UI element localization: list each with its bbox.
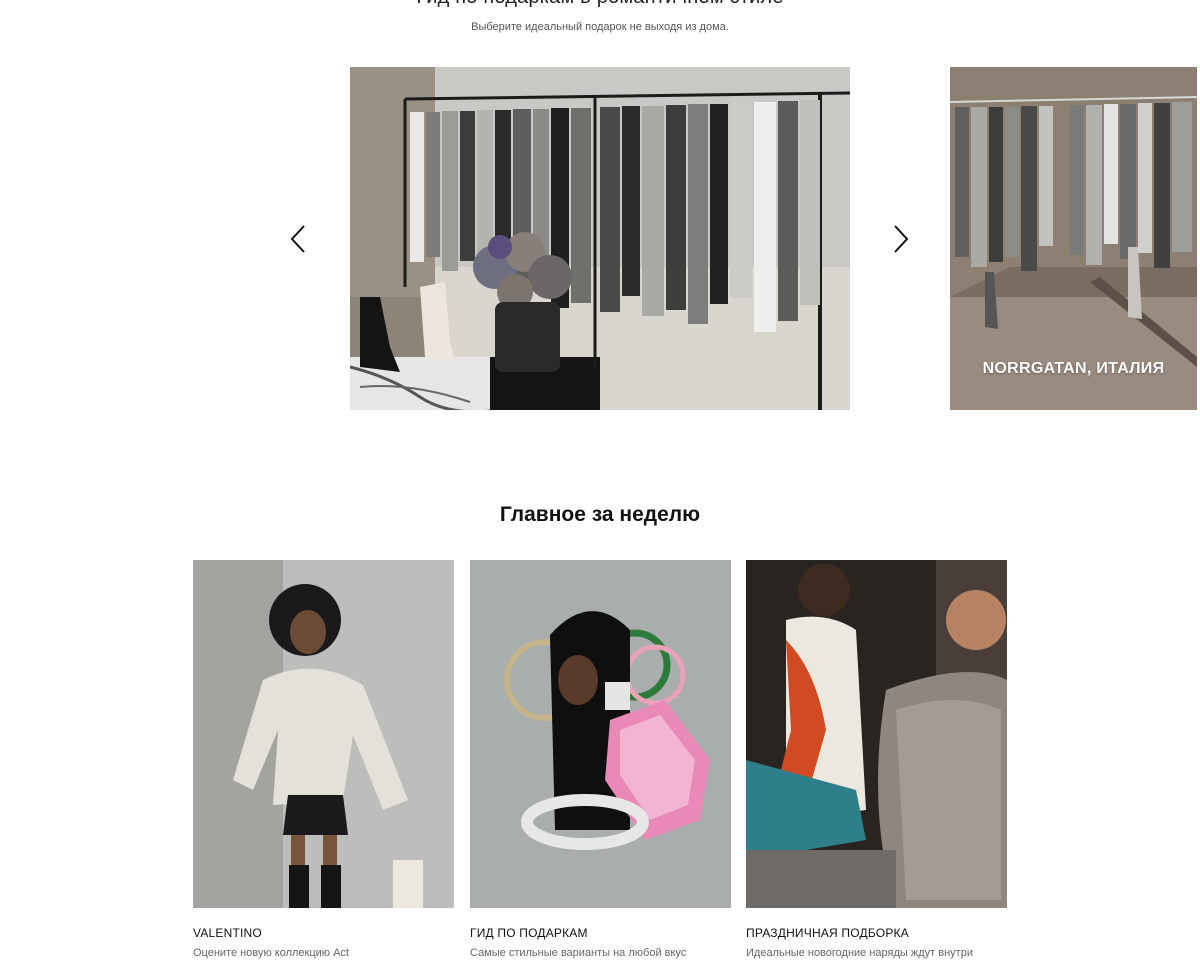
valentino-image	[193, 560, 454, 908]
highlight-card-holiday-edit[interactable]: ПРАЗДНИЧНАЯ ПОДБОРКА Идеальные новогодни…	[746, 560, 1007, 959]
carousel-next-button[interactable]	[886, 222, 916, 256]
chevron-right-icon	[894, 225, 909, 253]
carousel-slide-norrgatan[interactable]: NORRGATAN, ИТАЛИЯ	[950, 67, 1197, 410]
card-label: ГИД ПО ПОДАРКАМ	[470, 926, 588, 940]
carousel-slide-store-interior[interactable]	[350, 67, 850, 410]
card-description: Оцените новую коллекцию Act	[193, 947, 349, 959]
chevron-left-icon	[290, 225, 305, 253]
store-interior-image	[350, 67, 850, 410]
store-carousel: NORRGATAN, ИТАЛИЯ	[0, 0, 1200, 440]
carousel-prev-button[interactable]	[283, 222, 313, 256]
highlight-card-gift-guide[interactable]: ГИД ПО ПОДАРКАМ Самые стильные варианты …	[470, 560, 731, 959]
slide-caption-norrgatan: NORRGATAN, ИТАЛИЯ	[982, 360, 1165, 377]
card-description: Идеальные новогодние наряды ждут внутри	[746, 947, 973, 959]
highlight-card-valentino[interactable]: VALENTINO Оцените новую коллекцию Act	[193, 560, 454, 959]
card-label: ПРАЗДНИЧНАЯ ПОДБОРКА	[746, 926, 909, 940]
card-description: Самые стильные варианты на любой вкус	[470, 947, 687, 959]
card-label: VALENTINO	[193, 926, 262, 940]
norrgatan-store-image	[950, 67, 1197, 410]
gift-guide-image	[470, 560, 731, 908]
holiday-edit-image	[746, 560, 1007, 908]
weekly-highlights-title: Главное за неделю	[499, 503, 701, 526]
